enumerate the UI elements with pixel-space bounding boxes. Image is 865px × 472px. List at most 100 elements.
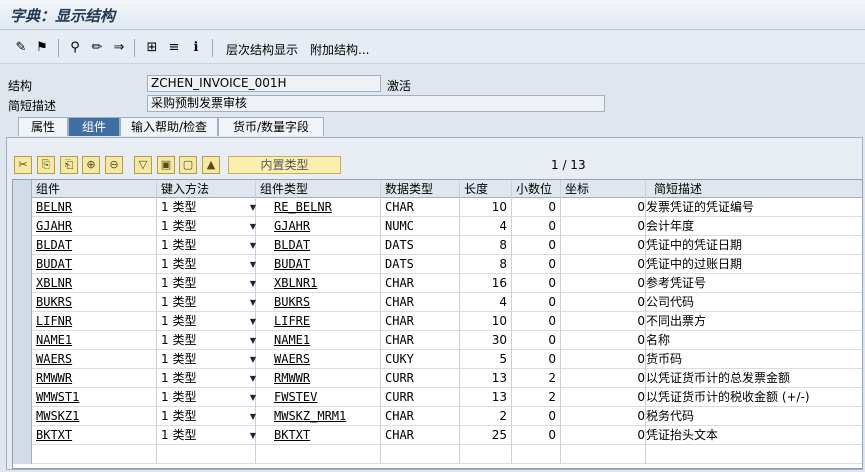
delete-row-icon[interactable]: ⊖ [105, 156, 123, 174]
where-used-icon[interactable]: ⚲ [66, 39, 84, 56]
method-cell[interactable]: 1 类型 [157, 236, 256, 255]
table-row[interactable]: WAERS 1 类型 WAERS CUKY 5 0 0 货币码 ▼ [13, 350, 862, 369]
table-row[interactable]: BKTXT 1 类型 BKTXT CHAR 25 0 0 凭证抬头文本 ▼ [13, 426, 862, 445]
activate-icon[interactable]: ⚑ [33, 39, 51, 56]
row-selector[interactable] [13, 293, 32, 312]
method-cell[interactable] [157, 445, 256, 464]
component-cell[interactable]: BUKRS [32, 293, 157, 312]
component-cell[interactable]: BELNR [32, 198, 157, 217]
chevron-down-icon[interactable]: ▼ [247, 236, 259, 255]
tab-input-help[interactable]: 输入帮助/检查 [120, 117, 218, 136]
comp-type-cell[interactable]: BKTXT [256, 426, 381, 445]
method-cell[interactable]: 1 类型 [157, 255, 256, 274]
component-cell[interactable]: MWSKZ1 [32, 407, 157, 426]
insert-row-icon[interactable]: ⊕ [82, 156, 100, 174]
component-cell[interactable] [32, 445, 157, 464]
comp-type-cell[interactable]: MWSKZ_MRM1 [256, 407, 381, 426]
row-selector[interactable] [13, 255, 32, 274]
chevron-down-icon[interactable]: ▼ [247, 217, 259, 236]
comp-type-cell[interactable]: BUKRS [256, 293, 381, 312]
table-row[interactable]: NAME1 1 类型 NAME1 CHAR 30 0 0 名称 ▼ [13, 331, 862, 350]
row-selector[interactable] [13, 445, 32, 464]
row-selector[interactable] [13, 331, 32, 350]
table-row[interactable]: GJAHR 1 类型 GJAHR NUMC 4 0 0 会计年度 ▼ [13, 217, 862, 236]
col-header-comp-type[interactable]: 组件类型 [256, 180, 381, 198]
row-selector[interactable] [13, 274, 32, 293]
structure-name-field[interactable]: ZCHEN_INVOICE_001H [147, 75, 381, 92]
display-change-icon[interactable]: ✎ [12, 39, 30, 56]
comp-type-cell[interactable]: LIFRE [256, 312, 381, 331]
method-cell[interactable]: 1 类型 [157, 350, 256, 369]
tab-components[interactable]: 组件 [68, 117, 120, 136]
table-row[interactable] [13, 445, 862, 464]
select-all-header[interactable] [13, 180, 32, 198]
method-cell[interactable]: 1 类型 [157, 331, 256, 350]
comp-type-cell[interactable]: GJAHR [256, 217, 381, 236]
row-selector[interactable] [13, 407, 32, 426]
row-selector[interactable] [13, 198, 32, 217]
row-selector[interactable] [13, 236, 32, 255]
select-all-icon[interactable]: ▣ [157, 156, 175, 174]
copy-icon[interactable]: ⎘ [37, 156, 55, 174]
method-cell[interactable]: 1 类型 [157, 426, 256, 445]
chevron-down-icon[interactable]: ▼ [247, 331, 259, 350]
tab-attributes[interactable]: 属性 [18, 117, 68, 136]
row-selector[interactable] [13, 369, 32, 388]
component-cell[interactable]: WAERS [32, 350, 157, 369]
col-header-decimals[interactable]: 小数位 [512, 180, 561, 198]
chevron-down-icon[interactable]: ▼ [247, 312, 259, 331]
cut-icon[interactable]: ✂ [14, 156, 32, 174]
table-row[interactable]: BUDAT 1 类型 BUDAT DATS 8 0 0 凭证中的过账日期 ▼ [13, 255, 862, 274]
row-selector[interactable] [13, 388, 32, 407]
edit-icon[interactable]: ✏ [88, 39, 106, 56]
component-cell[interactable]: WMWST1 [32, 388, 157, 407]
component-cell[interactable]: GJAHR [32, 217, 157, 236]
row-selector[interactable] [13, 312, 32, 331]
method-cell[interactable]: 1 类型 [157, 312, 256, 331]
table-row[interactable]: LIFNR 1 类型 LIFRE CHAR 10 0 0 不同出票方 ▼ [13, 312, 862, 331]
component-cell[interactable]: BKTXT [32, 426, 157, 445]
chevron-down-icon[interactable]: ▼ [247, 350, 259, 369]
info-icon[interactable]: ℹ [187, 39, 205, 56]
chevron-down-icon[interactable]: ▼ [247, 293, 259, 312]
col-header-component[interactable]: 组件 [32, 180, 157, 198]
table-row[interactable]: MWSKZ1 1 类型 MWSKZ_MRM1 CHAR 2 0 0 税务代码 ▼ [13, 407, 862, 426]
col-header-description[interactable]: 简短描述 [646, 180, 862, 198]
comp-type-cell[interactable]: NAME1 [256, 331, 381, 350]
col-header-length[interactable]: 长度 [460, 180, 512, 198]
tree-icon[interactable]: ⊞ [143, 39, 161, 56]
chevron-down-icon[interactable]: ▼ [247, 255, 259, 274]
chevron-down-icon[interactable]: ▼ [247, 388, 259, 407]
table-row[interactable]: BLDAT 1 类型 BLDAT DATS 8 0 0 凭证中的凭证日期 ▼ [13, 236, 862, 255]
description-field[interactable]: 采购预制发票审核 [147, 95, 605, 112]
chevron-down-icon[interactable]: ▼ [247, 274, 259, 293]
comp-type-cell[interactable]: RMWWR [256, 369, 381, 388]
method-cell[interactable]: 1 类型 [157, 388, 256, 407]
chevron-down-icon[interactable]: ▼ [247, 198, 259, 217]
deselect-all-icon[interactable]: ▢ [179, 156, 197, 174]
sort-icon[interactable]: ▲ [202, 156, 220, 174]
chevron-down-icon[interactable]: ▼ [247, 369, 259, 388]
table-row[interactable]: RMWWR 1 类型 RMWWR CURR 13 2 0 以凭证货币计的总发票金额 ▼ [13, 369, 862, 388]
method-cell[interactable]: 1 类型 [157, 217, 256, 236]
row-selector[interactable] [13, 426, 32, 445]
table-row[interactable]: XBLNR 1 类型 XBLNR1 CHAR 16 0 0 参考凭证号 ▼ [13, 274, 862, 293]
comp-type-cell[interactable]: BLDAT [256, 236, 381, 255]
method-cell[interactable]: 1 类型 [157, 369, 256, 388]
append-structure-button[interactable]: 附加结构... [310, 41, 369, 58]
object-list-icon[interactable]: ⇒ [110, 39, 128, 56]
component-cell[interactable]: LIFNR [32, 312, 157, 331]
col-header-coordinate[interactable]: 坐标 [561, 180, 646, 198]
tab-currency-fields[interactable]: 货币/数量字段 [218, 117, 324, 136]
comp-type-cell[interactable]: WAERS [256, 350, 381, 369]
component-cell[interactable]: RMWWR [32, 369, 157, 388]
comp-type-cell[interactable]: BUDAT [256, 255, 381, 274]
table-row[interactable]: WMWST1 1 类型 FWSTEV CURR 13 2 0 以凭证货币计的税收金额 (+/-… [13, 388, 862, 407]
component-cell[interactable]: NAME1 [32, 331, 157, 350]
method-cell[interactable]: 1 类型 [157, 274, 256, 293]
method-cell[interactable]: 1 类型 [157, 407, 256, 426]
col-header-data-type[interactable]: 数据类型 [381, 180, 460, 198]
hier-display-button[interactable]: 层次结构显示 [226, 41, 298, 58]
comp-type-cell[interactable]: XBLNR1 [256, 274, 381, 293]
table-row[interactable]: BUKRS 1 类型 BUKRS CHAR 4 0 0 公司代码 ▼ [13, 293, 862, 312]
